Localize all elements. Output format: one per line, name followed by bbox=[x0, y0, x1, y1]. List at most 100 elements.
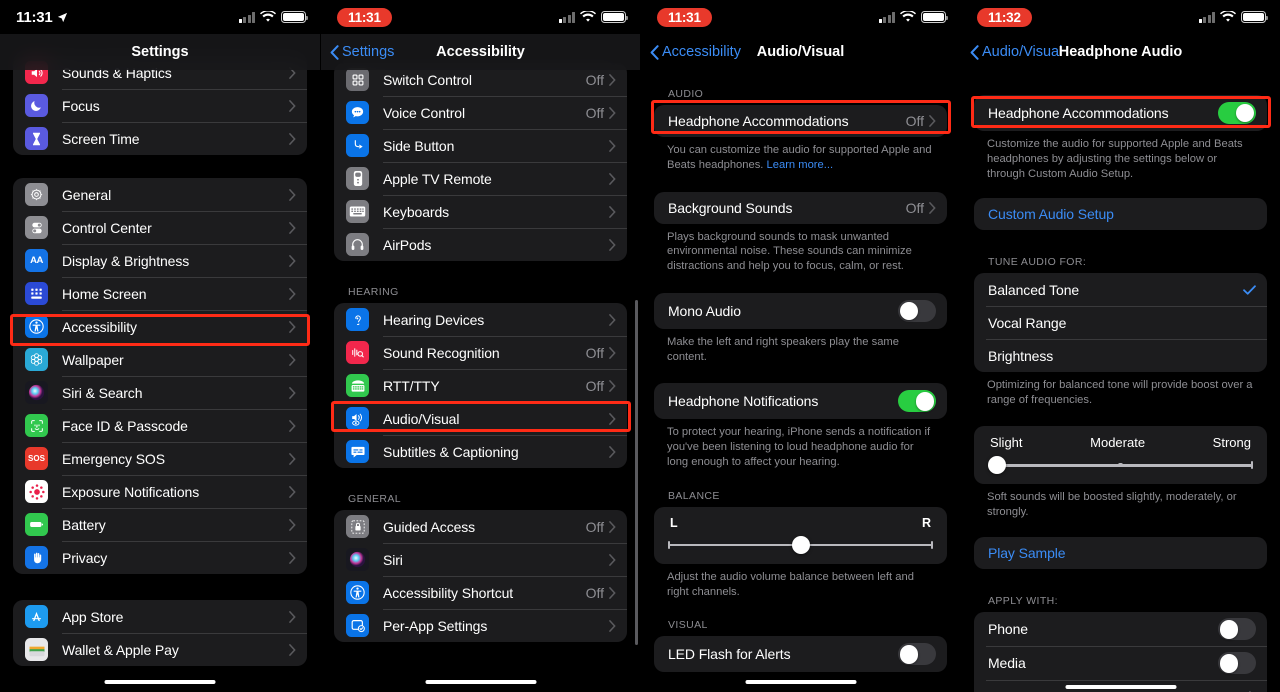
strength-slider-labels: Slight Moderate Strong bbox=[988, 435, 1253, 459]
row-label: Face ID & Passcode bbox=[62, 417, 188, 434]
balance-slider-card: L R bbox=[654, 506, 947, 564]
sidebar-item-siri[interactable]: Siri bbox=[334, 543, 627, 576]
row-led-flash-for-alerts[interactable]: LED Flash for Alerts bbox=[654, 636, 947, 672]
row-label: Subtitles & Captioning bbox=[383, 443, 519, 460]
sidebar-item-rtt-tty[interactable]: RTT/TTY Off bbox=[334, 369, 627, 402]
sidebar-item-exposure-notifications[interactable]: Exposure Notifications bbox=[13, 475, 307, 508]
option-balanced-tone[interactable]: Balanced Tone bbox=[974, 273, 1267, 306]
apple-tv-remote-icon bbox=[346, 167, 369, 190]
section-header-audio: AUDIO bbox=[668, 88, 704, 100]
sound-recognition-icon bbox=[346, 341, 369, 364]
sidebar-item-display-brightness[interactable]: AA Display & Brightness bbox=[13, 244, 307, 277]
settings-group-3: App Store Wallet & Apple Pay bbox=[13, 600, 307, 666]
voice-control-icon bbox=[346, 101, 369, 124]
row-label: Privacy bbox=[62, 549, 108, 566]
chevron-right-icon bbox=[609, 412, 616, 425]
row-custom-audio-setup[interactable]: Custom Audio Setup bbox=[974, 198, 1267, 230]
sidebar-item-siri-search[interactable]: Siri & Search bbox=[13, 376, 307, 409]
option-brightness[interactable]: Brightness bbox=[974, 339, 1267, 372]
media-toggle[interactable] bbox=[1218, 652, 1256, 675]
strength-slider-track[interactable] bbox=[988, 455, 1253, 474]
row-background-sounds[interactable]: Background Sounds Off bbox=[654, 192, 947, 224]
back-button[interactable]: Settings bbox=[321, 44, 394, 60]
row-label: Switch Control bbox=[383, 71, 472, 88]
mono-audio-toggle[interactable] bbox=[898, 299, 936, 322]
headphone-audio-scroll-body[interactable]: Headphone Accommodations Customize the a… bbox=[961, 0, 1280, 692]
sidebar-item-focus[interactable]: Focus bbox=[13, 89, 307, 122]
status-indicators bbox=[238, 11, 309, 23]
sidebar-item-privacy[interactable]: Privacy bbox=[13, 541, 307, 574]
wifi-icon bbox=[580, 11, 596, 22]
settings-group-1: Sounds & Haptics Focus Screen Time bbox=[13, 56, 307, 155]
sidebar-item-sound-recognition[interactable]: Sound Recognition Off bbox=[334, 336, 627, 369]
wifi-icon bbox=[1220, 11, 1236, 22]
row-label: Hearing Devices bbox=[383, 311, 485, 328]
audio-visual-scroll-body[interactable]: AUDIO Headphone Accommodations Off You c… bbox=[641, 0, 960, 692]
sidebar-item-app-store[interactable]: App Store bbox=[13, 600, 307, 633]
sidebar-item-hearing-devices[interactable]: Hearing Devices bbox=[334, 303, 627, 336]
row-label: Background Sounds bbox=[668, 199, 793, 216]
vertical-scrollbar[interactable] bbox=[635, 300, 638, 645]
learn-more-link[interactable]: Learn more... bbox=[767, 159, 834, 171]
strength-label-slight: Slight bbox=[990, 434, 1023, 450]
row-label: Media bbox=[988, 655, 1026, 672]
sidebar-item-wallet-apple-pay[interactable]: Wallet & Apple Pay bbox=[13, 633, 307, 666]
phone-toggle[interactable] bbox=[1218, 618, 1256, 641]
sidebar-item-keyboards[interactable]: Keyboards bbox=[334, 195, 627, 228]
strength-slider-knob[interactable] bbox=[988, 455, 1006, 474]
sidebar-item-guided-access[interactable]: Guided Access Off bbox=[334, 510, 627, 543]
sidebar-item-audio-visual[interactable]: Audio/Visual bbox=[334, 402, 627, 435]
sidebar-item-apple-tv-remote[interactable]: Apple TV Remote bbox=[334, 162, 627, 195]
balance-slider-knob[interactable] bbox=[791, 535, 810, 554]
accessibility-scroll-body[interactable]: Switch Control Off Voice Control Off Sid… bbox=[321, 0, 640, 692]
row-media[interactable]: Media bbox=[974, 646, 1267, 680]
mono-audio-group: Mono Audio bbox=[654, 292, 947, 329]
headphone-notifications-toggle[interactable] bbox=[898, 390, 936, 413]
sidebar-item-wallpaper[interactable]: Wallpaper bbox=[13, 343, 307, 376]
row-phone[interactable]: Phone bbox=[974, 612, 1267, 646]
back-button[interactable]: Audio/Visual bbox=[961, 44, 1062, 60]
custom-audio-setup-label: Custom Audio Setup bbox=[988, 206, 1114, 223]
screen-audio-visual: 11:31 Accessibility Audio/Visual AUDIO H… bbox=[640, 0, 960, 692]
row-mono-audio[interactable]: Mono Audio bbox=[654, 293, 947, 329]
sidebar-item-side-button[interactable]: Side Button bbox=[334, 129, 627, 162]
back-button[interactable]: Accessibility bbox=[641, 44, 741, 60]
headphone-accommodations-toggle[interactable] bbox=[1218, 102, 1256, 124]
settings-scroll-body[interactable]: Sounds & Haptics Focus Screen Time Gener… bbox=[0, 0, 320, 692]
chevron-right-icon bbox=[929, 115, 936, 127]
sidebar-item-face-id-passcode[interactable]: Face ID & Passcode bbox=[13, 409, 307, 442]
sidebar-item-general[interactable]: General bbox=[13, 178, 307, 211]
sidebar-item-accessibility-shortcut[interactable]: Accessibility Shortcut Off bbox=[334, 576, 627, 609]
row-headphone-accommodations[interactable]: Headphone Accommodations bbox=[974, 95, 1267, 131]
wifi-icon bbox=[900, 11, 916, 22]
accessibility-group-hearing: Hearing Devices Sound Recognition Off RT… bbox=[334, 303, 627, 468]
row-headphone-accommodations[interactable]: Headphone Accommodations Off bbox=[654, 105, 947, 137]
sidebar-item-home-screen[interactable]: Home Screen bbox=[13, 277, 307, 310]
play-sample-label: Play Sample bbox=[988, 545, 1066, 562]
row-label: Apple TV Remote bbox=[383, 170, 492, 187]
led-flash-toggle[interactable] bbox=[898, 643, 936, 666]
sidebar-item-screen-time[interactable]: Screen Time bbox=[13, 122, 307, 155]
sidebar-item-voice-control[interactable]: Voice Control Off bbox=[334, 96, 627, 129]
switch-control-icon bbox=[346, 68, 369, 91]
chevron-right-icon bbox=[289, 643, 296, 656]
row-play-sample[interactable]: Play Sample bbox=[974, 537, 1267, 569]
sidebar-item-airpods[interactable]: AirPods bbox=[334, 228, 627, 261]
row-label: General bbox=[62, 186, 112, 203]
sidebar-item-per-app-settings[interactable]: Per-App Settings bbox=[334, 609, 627, 642]
row-label: Display & Brightness bbox=[62, 252, 190, 269]
row-headphone-notifications[interactable]: Headphone Notifications bbox=[654, 383, 947, 419]
status-time: 11:32 bbox=[977, 7, 1032, 27]
siri-orb-icon bbox=[346, 548, 369, 571]
row-label: LED Flash for Alerts bbox=[668, 646, 791, 663]
sidebar-item-emergency-sos[interactable]: SOS Emergency SOS bbox=[13, 442, 307, 475]
balance-slider-track[interactable] bbox=[668, 535, 933, 554]
sidebar-item-accessibility[interactable]: Accessibility bbox=[13, 310, 307, 343]
status-time: 11:31 bbox=[16, 8, 53, 26]
option-vocal-range[interactable]: Vocal Range bbox=[974, 306, 1267, 339]
sidebar-item-control-center[interactable]: Control Center bbox=[13, 211, 307, 244]
sidebar-item-battery[interactable]: Battery bbox=[13, 508, 307, 541]
battery-green-icon bbox=[25, 513, 48, 536]
strength-label-moderate: Moderate bbox=[1090, 434, 1146, 450]
sidebar-item-subtitles-captioning[interactable]: Subtitles & Captioning bbox=[334, 435, 627, 468]
